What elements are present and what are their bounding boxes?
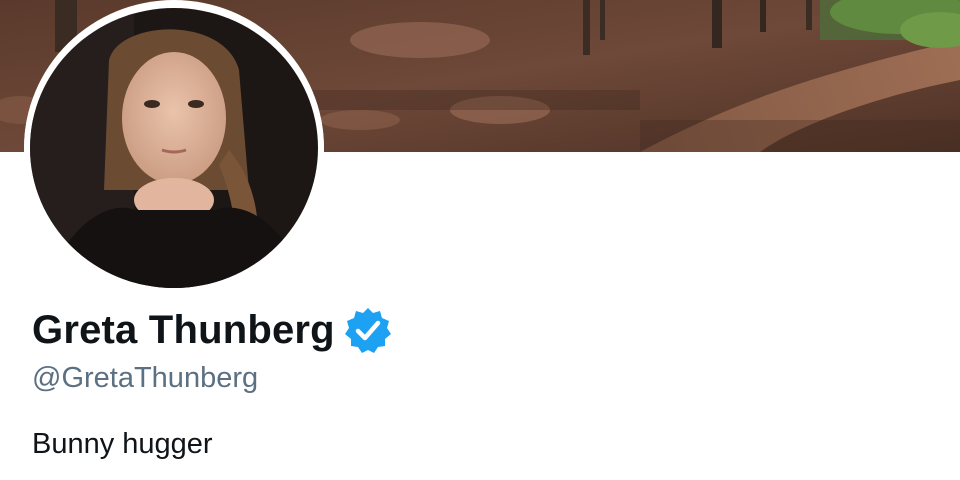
- display-name: Greta Thunberg: [32, 307, 335, 352]
- name-row: Greta Thunberg: [32, 304, 393, 356]
- profile-bio: Bunny hugger: [32, 428, 213, 460]
- profile-header: Greta Thunberg @GretaThunberg Bunny hugg…: [0, 0, 960, 480]
- profile-photo: [24, 2, 324, 294]
- verified-badge-icon: [343, 305, 393, 355]
- username-handle: @GretaThunberg: [32, 362, 259, 394]
- avatar[interactable]: [24, 0, 324, 296]
